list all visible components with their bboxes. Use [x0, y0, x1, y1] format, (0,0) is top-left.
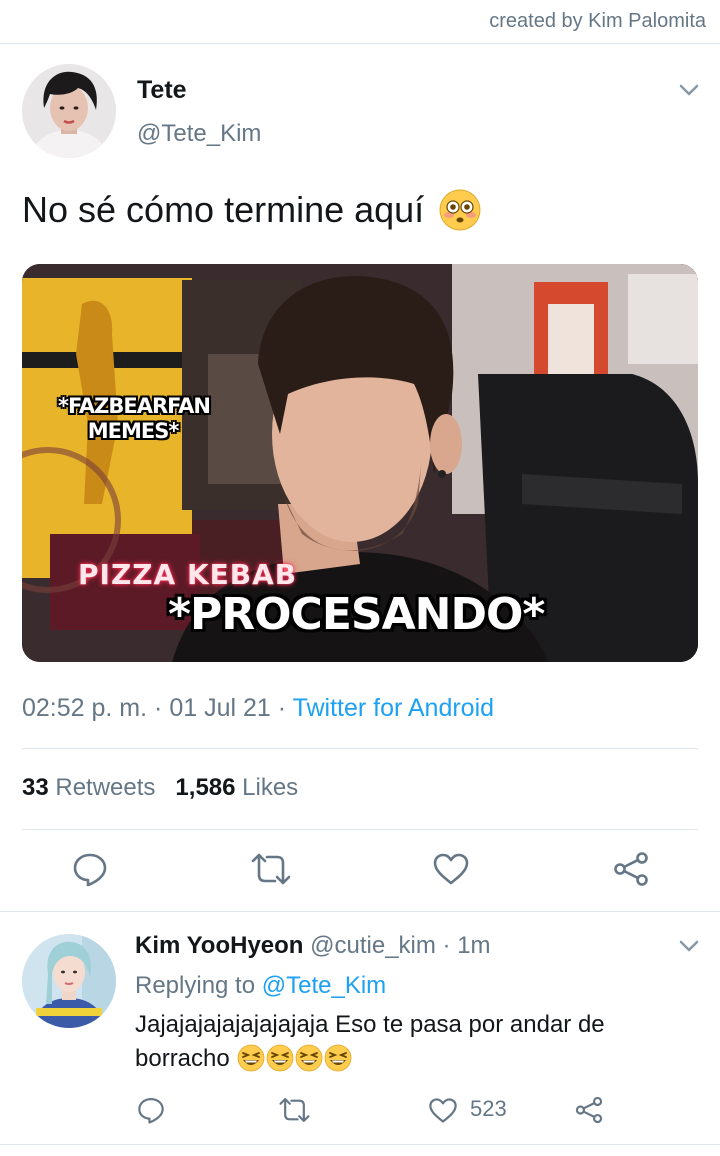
grinning-squinting-face-icon	[296, 1044, 323, 1072]
like-icon[interactable]	[428, 1097, 458, 1124]
tweet-meta: 02:52 p. m. · 01 Jul 21 · Twitter for An…	[22, 694, 494, 723]
author-avatar[interactable]	[22, 64, 116, 158]
retweets-count: 33	[22, 774, 49, 801]
author-name[interactable]: Tete	[137, 76, 187, 105]
credit-text: created by Kim Palomita	[489, 10, 706, 32]
retweet-icon[interactable]	[250, 851, 292, 887]
tweet-stats: 33 Retweets 1,586 Likes	[22, 774, 298, 802]
neon-sign-text: PIZZA KEBAB	[78, 558, 298, 591]
separator-dot: ·	[154, 694, 170, 722]
divider	[22, 829, 698, 830]
grinning-squinting-face-icon	[325, 1044, 352, 1072]
flushed-face-icon	[439, 189, 481, 231]
reply-text-content: Jajajajajajajajajaja Eso te pasa por and…	[135, 1011, 605, 1072]
grinning-squinting-face-icon	[267, 1044, 294, 1072]
reply-text: Jajajajajajajajajaja Eso te pasa por and…	[135, 1008, 695, 1076]
replying-to-label: Replying to	[135, 972, 256, 999]
likes-count: 1,586	[175, 774, 236, 801]
reply-header: Kim YooHyeon @cutie_kim · 1m	[135, 932, 491, 960]
tweet-source-link[interactable]: Twitter for Android	[293, 694, 494, 722]
reply-author-avatar[interactable]	[22, 934, 116, 1028]
reply-time: 1m	[457, 932, 491, 959]
reply-author-name[interactable]: Kim YooHyeon	[135, 932, 303, 959]
divider	[0, 911, 720, 912]
divider	[22, 748, 698, 749]
meme-caption-top: *FAZBEARFAN MEMES*	[58, 394, 211, 443]
share-icon[interactable]	[612, 851, 650, 887]
author-handle[interactable]: @Tete_Kim	[137, 120, 261, 148]
tweet-text: No sé cómo termine aquí	[22, 188, 482, 232]
separator-dot: ·	[277, 694, 293, 722]
reply-icon[interactable]	[72, 851, 108, 887]
retweets-stat[interactable]: 33 Retweets	[22, 774, 155, 801]
like-icon[interactable]	[432, 852, 470, 886]
tweet-text-content: No sé cómo termine aquí	[22, 189, 425, 230]
tweet-time: 02:52 p. m.	[22, 694, 148, 722]
meme-caption-bottom: *PROCESANDO*	[168, 589, 545, 640]
separator-dot: ·	[435, 932, 458, 959]
retweet-icon[interactable]	[278, 1096, 311, 1124]
divider	[0, 1144, 720, 1145]
tweet-date: 01 Jul 21	[169, 694, 271, 722]
share-icon[interactable]	[574, 1096, 604, 1124]
replying-to-line: Replying to @Tete_Kim	[135, 972, 386, 1000]
reply-like-count: 523	[470, 1096, 507, 1121]
retweets-label: Retweets	[55, 774, 156, 801]
chevron-down-icon[interactable]	[678, 938, 700, 954]
reply-author-handle[interactable]: @cutie_kim	[310, 932, 436, 959]
replying-to-handle-link[interactable]: @Tete_Kim	[262, 972, 386, 999]
chevron-down-icon[interactable]	[678, 82, 700, 98]
likes-stat[interactable]: 1,586 Likes	[175, 774, 298, 801]
grinning-squinting-face-icon	[238, 1044, 265, 1072]
reply-icon[interactable]	[137, 1096, 165, 1124]
credit-bar: created by Kim Palomita	[0, 0, 720, 44]
likes-label: Likes	[242, 774, 299, 801]
tweet-media-image[interactable]: *FAZBEARFAN MEMES* PIZZA KEBAB *PROCESAN…	[22, 264, 698, 662]
